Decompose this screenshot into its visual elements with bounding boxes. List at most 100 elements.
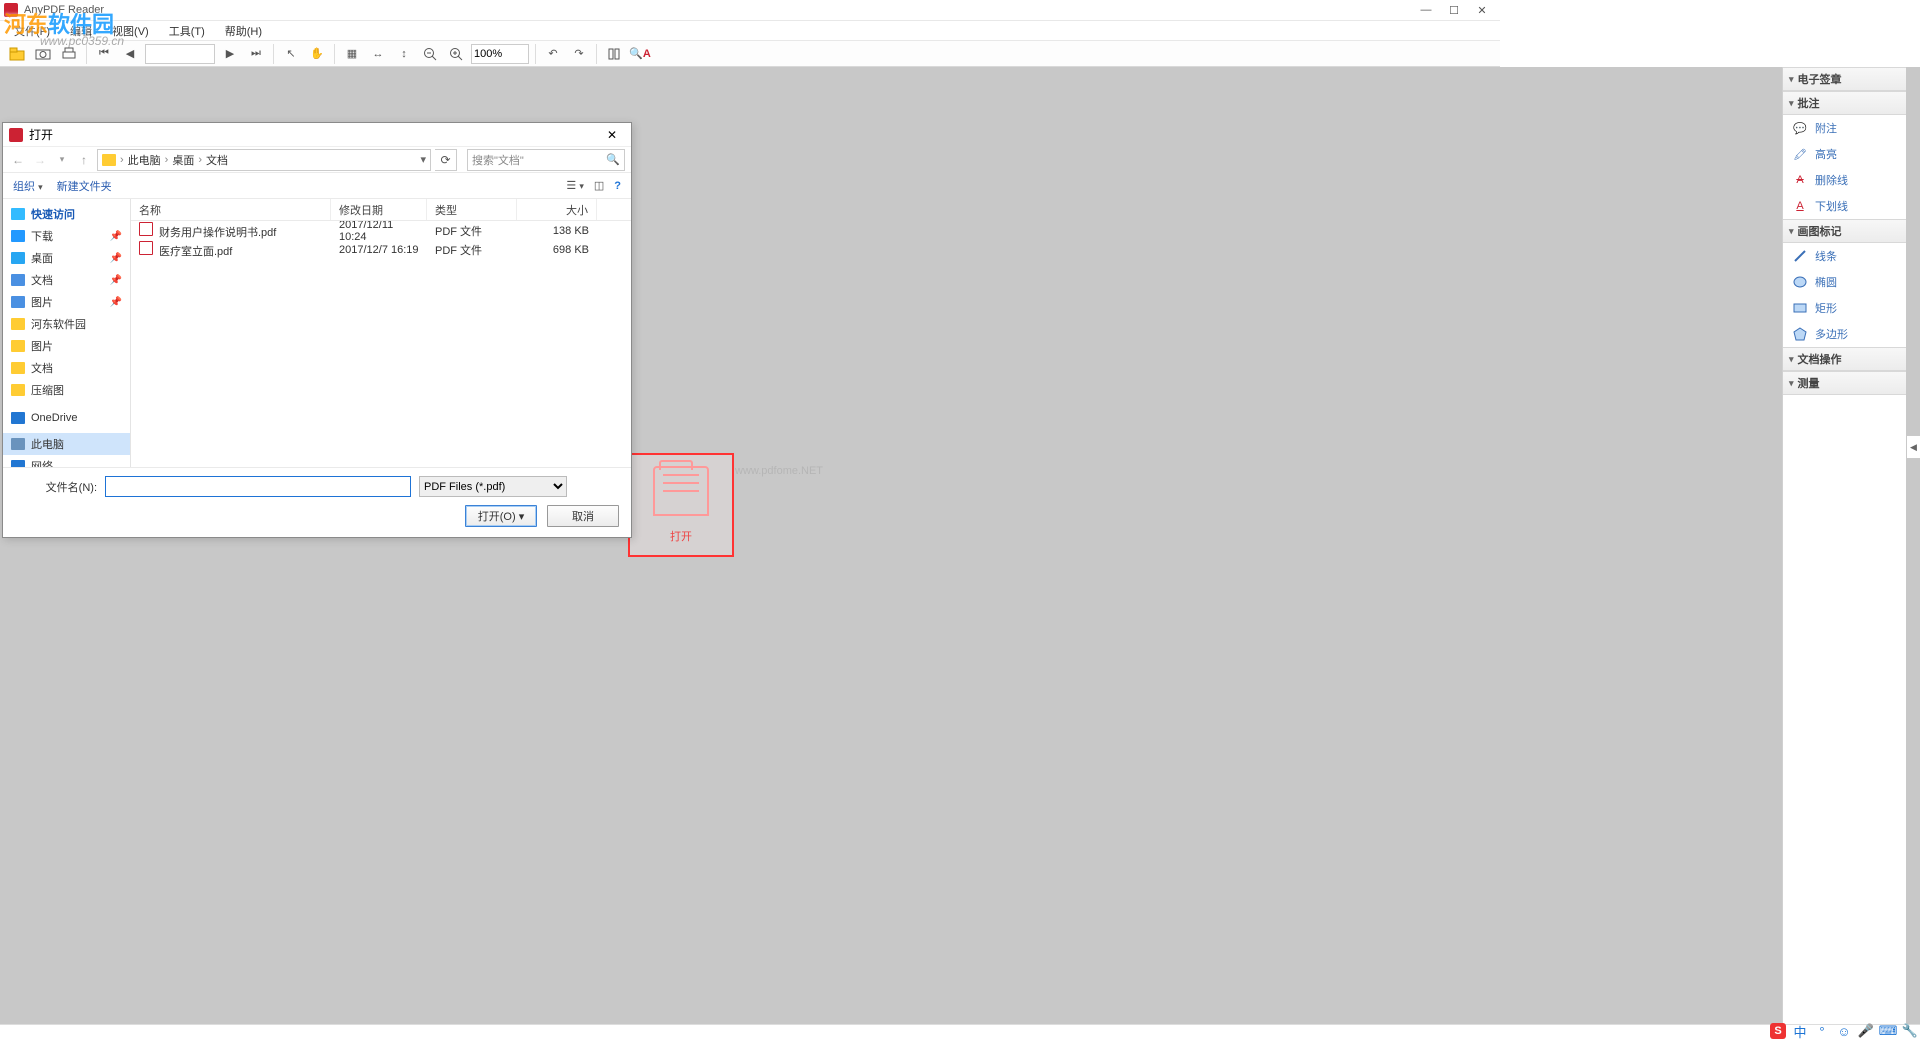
- tree-network[interactable]: 网络: [3, 455, 130, 467]
- sogou-ime-icon[interactable]: S: [1770, 1023, 1786, 1039]
- dialog-bottom: 文件名(N): PDF Files (*.pdf) 打开(O) ▾ 取消: [3, 467, 631, 537]
- prev-page-icon[interactable]: ◀: [119, 43, 141, 65]
- tree-downloads[interactable]: 下载📌: [3, 225, 130, 247]
- zoom-in-icon[interactable]: [445, 43, 467, 65]
- dialog-toolbar: 组织 ▾ 新建文件夹 ☰ ▾ ◫ ?: [3, 173, 631, 199]
- breadcrumb[interactable]: ›此电脑 ›桌面 ›文档 ▾: [97, 149, 431, 171]
- preview-pane-icon[interactable]: ◫: [594, 179, 604, 192]
- draw-line[interactable]: 线条: [1783, 243, 1906, 269]
- annot-strike[interactable]: A删除线: [1783, 167, 1906, 193]
- draw-rect[interactable]: 矩形: [1783, 295, 1906, 321]
- page-input[interactable]: [145, 44, 215, 64]
- fit-height-icon[interactable]: ↕: [393, 43, 415, 65]
- section-signature[interactable]: 电子签章: [1783, 67, 1906, 91]
- nav-forward-icon[interactable]: →: [31, 151, 49, 169]
- file-row[interactable]: 医疗室立面.pdf 2017/12/7 16:19 PDF 文件 698 KB: [131, 240, 631, 259]
- file-row[interactable]: 财务用户操作说明书.pdf 2017/12/11 10:24 PDF 文件 13…: [131, 221, 631, 240]
- menu-tools[interactable]: 工具(T): [163, 21, 211, 41]
- dialog-navbar: ← → ▾ ↑ ›此电脑 ›桌面 ›文档 ▾ ⟳ 搜索"文档" 🔍: [3, 147, 631, 173]
- list-header: 名称 修改日期 类型 大小: [131, 199, 631, 221]
- search-icon: 🔍: [606, 153, 620, 166]
- draw-polygon[interactable]: 多边形: [1783, 321, 1906, 347]
- tree-documents[interactable]: 文档📌: [3, 269, 130, 291]
- tree-folder-1[interactable]: 河东软件园: [3, 313, 130, 335]
- zoom-out-icon[interactable]: [419, 43, 441, 65]
- minimize-button[interactable]: —: [1412, 1, 1440, 19]
- cancel-button[interactable]: 取消: [547, 505, 619, 527]
- section-measure[interactable]: 测量: [1783, 371, 1906, 395]
- hand-icon[interactable]: ✋: [306, 43, 328, 65]
- col-size[interactable]: 大小: [517, 199, 597, 220]
- find-text-icon[interactable]: 🔍A: [629, 43, 651, 65]
- marquee-icon[interactable]: ▦: [341, 43, 363, 65]
- settings-icon[interactable]: 🔧: [1902, 1023, 1918, 1039]
- open-file-tile[interactable]: 打开: [628, 453, 734, 557]
- close-button[interactable]: ✕: [1468, 1, 1496, 19]
- ime-punct-icon[interactable]: °: [1814, 1023, 1830, 1039]
- tree-quick-access[interactable]: 快速访问: [3, 203, 130, 225]
- mic-icon[interactable]: 🎤: [1858, 1023, 1874, 1039]
- draw-ellipse[interactable]: 椭圆: [1783, 269, 1906, 295]
- undo-icon[interactable]: ↶: [542, 43, 564, 65]
- filetype-select[interactable]: PDF Files (*.pdf): [419, 476, 567, 497]
- side-panel-collapse[interactable]: ◀: [1906, 435, 1920, 459]
- next-page-icon[interactable]: ▶: [219, 43, 241, 65]
- col-name[interactable]: 名称: [131, 199, 331, 220]
- section-docops[interactable]: 文档操作: [1783, 347, 1906, 371]
- menu-help[interactable]: 帮助(H): [219, 21, 268, 41]
- camera-icon[interactable]: [32, 43, 54, 65]
- annot-highlight[interactable]: 🖍高亮: [1783, 141, 1906, 167]
- tree-folder-3[interactable]: 文档: [3, 357, 130, 379]
- annot-note[interactable]: 💬附注: [1783, 115, 1906, 141]
- open-button[interactable]: 打开(O) ▾: [465, 505, 537, 527]
- dialog-close-button[interactable]: ✕: [599, 126, 625, 144]
- open-file-icon[interactable]: [6, 43, 28, 65]
- ellipse-icon: [1793, 275, 1807, 289]
- tree-thispc[interactable]: 此电脑: [3, 433, 130, 455]
- ime-mode-icon[interactable]: 中: [1792, 1023, 1808, 1039]
- search-field[interactable]: 搜索"文档" 🔍: [467, 149, 625, 171]
- nav-back-icon[interactable]: ←: [9, 151, 27, 169]
- menu-view[interactable]: 视图(V): [106, 21, 155, 41]
- polygon-icon: [1793, 327, 1807, 341]
- first-page-icon[interactable]: ⏮: [93, 43, 115, 65]
- nav-up-icon[interactable]: ↑: [75, 151, 93, 169]
- annot-underline[interactable]: A下划线: [1783, 193, 1906, 219]
- tree-pictures[interactable]: 图片📌: [3, 291, 130, 313]
- maximize-button[interactable]: ☐: [1440, 1, 1468, 19]
- zoom-select[interactable]: [471, 44, 529, 64]
- menu-edit[interactable]: 编辑: [64, 21, 98, 41]
- view-mode-icon[interactable]: ☰ ▾: [566, 179, 583, 192]
- fit-width-icon[interactable]: ↔: [367, 43, 389, 65]
- tree-desktop[interactable]: 桌面📌: [3, 247, 130, 269]
- filename-input[interactable]: [105, 476, 411, 497]
- section-draw[interactable]: 画图标记: [1783, 219, 1906, 243]
- menu-file[interactable]: 文件(F): [8, 21, 56, 41]
- print-icon[interactable]: [58, 43, 80, 65]
- section-annotation[interactable]: 批注: [1783, 91, 1906, 115]
- pointer-icon[interactable]: ↖: [280, 43, 302, 65]
- refresh-icon[interactable]: ⟳: [435, 149, 457, 171]
- nav-tree: 快速访问 下载📌 桌面📌 文档📌 图片📌 河东软件园 图片 文档 压缩图 One…: [3, 199, 131, 467]
- app-title: AnyPDF Reader: [24, 4, 104, 16]
- nav-recent-icon[interactable]: ▾: [53, 151, 71, 169]
- redo-icon[interactable]: ↷: [568, 43, 590, 65]
- tree-folder-2[interactable]: 图片: [3, 335, 130, 357]
- new-folder-button[interactable]: 新建文件夹: [57, 178, 112, 194]
- organize-menu[interactable]: 组织 ▾: [13, 178, 43, 194]
- last-page-icon[interactable]: ⏭: [245, 43, 267, 65]
- emoji-icon[interactable]: ☺: [1836, 1023, 1852, 1039]
- col-type[interactable]: 类型: [427, 199, 517, 220]
- document-folder-icon: [653, 466, 709, 516]
- tree-folder-4[interactable]: 压缩图: [3, 379, 130, 401]
- watermark-center: www.pdfome.NET: [735, 465, 823, 477]
- col-date[interactable]: 修改日期: [331, 199, 427, 220]
- list-rows: 财务用户操作说明书.pdf 2017/12/11 10:24 PDF 文件 13…: [131, 221, 631, 467]
- keyboard-icon[interactable]: ⌨: [1880, 1023, 1896, 1039]
- highlight-icon: 🖍: [1793, 147, 1807, 161]
- help-icon[interactable]: ?: [614, 180, 621, 192]
- titlebar: AnyPDF Reader — ☐ ✕: [0, 0, 1500, 21]
- tree-onedrive[interactable]: OneDrive: [3, 409, 130, 427]
- search-icon[interactable]: [603, 43, 625, 65]
- side-panel: 电子签章 批注 💬附注 🖍高亮 A删除线 A下划线 画图标记 线条 椭圆 矩形 …: [1782, 67, 1906, 1024]
